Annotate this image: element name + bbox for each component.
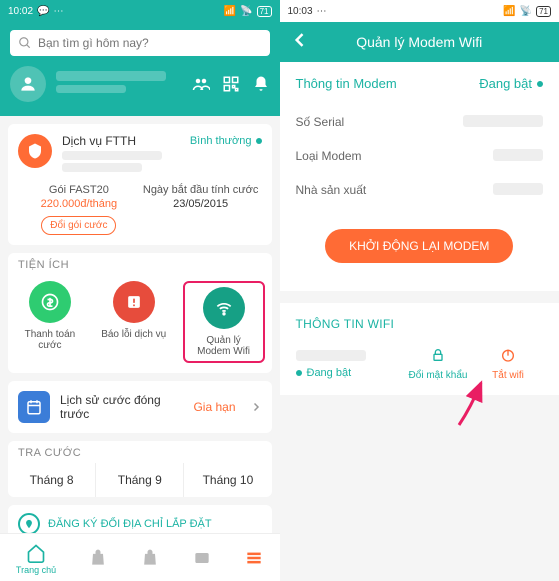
- page-header: Quản lý Modem Wifi: [280, 22, 559, 62]
- battery-icon: 71: [536, 6, 551, 17]
- back-button[interactable]: [290, 30, 314, 55]
- register-label: ĐĂNG KÝ ĐỔI ĐỊA CHỈ LẮP ĐẶT: [48, 518, 212, 530]
- billing-title: TRA CƯỚC: [8, 441, 272, 463]
- modem-info-header: Thông tin Modem Đang bật: [280, 62, 559, 105]
- turn-off-wifi-button[interactable]: Tắt wifi: [473, 347, 543, 381]
- power-icon: [500, 347, 516, 363]
- billing-card: TRA CƯỚC Tháng 8 Tháng 9 Tháng 10: [8, 441, 272, 497]
- wifi-icon: 📡: [520, 6, 532, 17]
- change-password-button[interactable]: Đổi mật khẩu: [403, 347, 473, 381]
- modem-info-label: Thông tin Modem: [296, 76, 397, 91]
- month-item[interactable]: Tháng 9: [96, 463, 184, 497]
- user-info: [56, 71, 182, 97]
- service-name: Dịch vụ FTTH: [62, 134, 136, 148]
- plan-price: 220.000đ/tháng: [18, 198, 140, 210]
- search-icon: [18, 36, 32, 50]
- chat-icon: 💬: [37, 6, 49, 17]
- wifi-icon: 📡: [240, 6, 252, 17]
- nav-home[interactable]: Trang chủ: [16, 543, 56, 575]
- group-icon[interactable]: [192, 75, 210, 93]
- status-bar: 10:03 ⋯ 📶 📡 71: [280, 0, 559, 22]
- bell-icon[interactable]: [252, 75, 270, 93]
- utilities-title: TIỆN ÍCH: [8, 253, 272, 275]
- service-icon: [18, 134, 52, 168]
- month-item[interactable]: Tháng 8: [8, 463, 96, 497]
- search-bar[interactable]: [10, 30, 270, 56]
- bag-icon: [140, 548, 160, 568]
- signal-icon: 📶: [224, 6, 236, 17]
- chevron-left-icon: [290, 30, 310, 50]
- wifi-section-title: THÔNG TIN WIFI: [296, 317, 544, 331]
- renew-link[interactable]: Gia hạn: [193, 400, 235, 414]
- history-card[interactable]: Lịch sử cước đóng trước Gia hạn: [8, 381, 272, 433]
- utility-payment[interactable]: Thanh toán cước: [15, 281, 85, 363]
- card-icon: [192, 548, 212, 568]
- status-bar: 10:02 💬 ⋯ 📶 📡 71: [0, 0, 280, 22]
- chevron-right-icon: [250, 401, 262, 413]
- nav-item-4[interactable]: [192, 548, 212, 570]
- wifi-name: [296, 350, 366, 361]
- change-plan-button[interactable]: Đổi gói cước: [41, 216, 116, 235]
- month-item[interactable]: Tháng 10: [184, 463, 271, 497]
- dollar-icon: [40, 292, 60, 312]
- type-row: Loại Modem: [280, 139, 559, 173]
- status-time: 10:03: [288, 6, 313, 17]
- menu-icon: [244, 548, 264, 568]
- plan-name: Gói FAST20: [18, 184, 140, 196]
- search-input[interactable]: [38, 36, 262, 50]
- lock-icon: [430, 347, 446, 363]
- wifi-section: THÔNG TIN WIFI Đang bật Đổi mật khẩu Tắt…: [280, 303, 559, 395]
- app-header: [0, 22, 280, 116]
- page-title: Quản lý Modem Wifi: [314, 34, 526, 50]
- location-icon: [18, 513, 40, 535]
- history-label: Lịch sử cước đóng trước: [60, 393, 183, 421]
- type-value: [493, 149, 543, 161]
- serial-row: Số Serial: [280, 105, 559, 139]
- nav-menu[interactable]: [244, 548, 264, 570]
- alert-icon: [124, 292, 144, 312]
- utility-report[interactable]: Báo lỗi dịch vụ: [99, 281, 169, 363]
- serial-value: [463, 115, 543, 127]
- utilities-card: TIỆN ÍCH Thanh toán cước Báo lỗi dịch vụ…: [8, 253, 272, 373]
- signal-icon: 📶: [503, 6, 515, 17]
- bottom-nav: Trang chủ: [0, 533, 280, 581]
- utility-modem-highlight: Quản lý Modem Wifi: [183, 281, 265, 363]
- home-icon: [26, 543, 46, 563]
- calendar-icon: [18, 391, 50, 423]
- avatar[interactable]: [10, 66, 46, 102]
- qr-icon[interactable]: [222, 75, 240, 93]
- status-time: 10:02: [8, 6, 33, 17]
- nav-item-2[interactable]: [88, 548, 108, 570]
- utility-modem[interactable]: Quản lý Modem Wifi: [189, 287, 259, 357]
- billing-start-date: 23/05/2015: [140, 198, 262, 210]
- service-status: Bình thường: [190, 135, 262, 147]
- mfr-value: [493, 183, 543, 195]
- mfr-row: Nhà sản xuất: [280, 173, 559, 213]
- restart-modem-button[interactable]: KHỞI ĐỘNG LẠI MODEM: [325, 229, 513, 263]
- battery-icon: 71: [257, 6, 272, 17]
- bag-icon: [88, 548, 108, 568]
- wifi-status: Đang bật: [296, 367, 404, 379]
- billing-start-label: Ngày bắt đầu tính cước: [140, 184, 262, 196]
- nav-item-3[interactable]: [140, 548, 160, 570]
- wifi-icon: [214, 298, 234, 318]
- service-card: Dịch vụ FTTH Bình thường Gói FAST20 220.…: [8, 124, 272, 245]
- modem-status: Đang bật: [479, 76, 543, 91]
